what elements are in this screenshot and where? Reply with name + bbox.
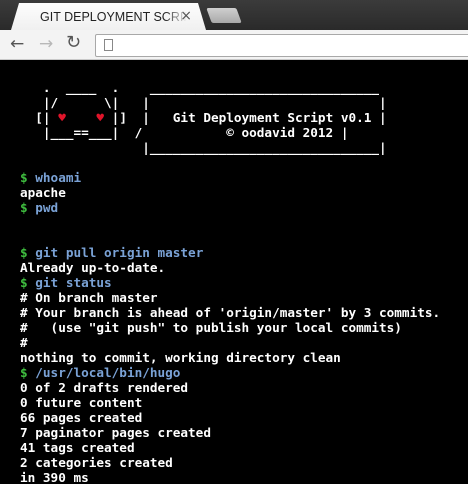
banner-row-4: |___==___| / © oodavid 2012 | [20, 125, 349, 140]
terminal-lines: $ whoami apache $ pwd $ git pull origin mas… [20, 170, 440, 484]
page-icon [104, 39, 113, 51]
output-line: 66 pages created [20, 410, 143, 425]
tab-strip: GIT DEPLOYMENT SCRIPT × [0, 0, 468, 30]
terminal-output: . ____ . ______________________________ … [0, 60, 468, 484]
command-text: pwd [35, 200, 59, 215]
url-input[interactable] [120, 37, 464, 55]
new-tab-button[interactable] [206, 8, 242, 23]
prompt-symbol: $ [20, 275, 28, 290]
address-bar[interactable] [95, 34, 468, 57]
prompt-symbol: $ [20, 200, 28, 215]
forward-arrow-icon[interactable]: → [39, 34, 53, 54]
prompt-symbol: $ [20, 365, 28, 380]
browser-window: GIT DEPLOYMENT SCRIPT × ← → ↻ . ____ . _… [0, 0, 468, 484]
command-line: $ git status [20, 275, 440, 290]
output-line: # [20, 335, 28, 350]
output-line: # Your branch is ahead of 'origin/master… [20, 305, 441, 320]
banner-row-3: [| ♥ ♥ |] | Git Deployment Script v0.1 | [20, 110, 440, 125]
output-line: 0 of 2 drafts rendered [20, 380, 189, 395]
heart-icon: ♥ [96, 110, 105, 125]
command-line: $ whoami [20, 170, 440, 185]
output-line: 7 paginator pages created [20, 425, 211, 440]
tab-active[interactable]: GIT DEPLOYMENT SCRIPT × [11, 3, 206, 30]
command-line: $ git pull origin master [20, 245, 440, 260]
toolbar: ← → ↻ [0, 30, 468, 60]
command-text: git pull origin master [35, 245, 204, 260]
heart-icon: ♥ [58, 110, 66, 125]
output-line: in 390 ms [20, 470, 89, 484]
output-line: # (use "git push" to publish your local … [20, 320, 402, 335]
banner-row-3-right: |] | Git Deployment Script v0.1 | [104, 110, 387, 125]
output-line: apache [20, 185, 66, 200]
command-text: git status [35, 275, 112, 290]
output-line: nothing to commit, working directory cle… [20, 350, 341, 365]
banner-row-2: |/ \| | | [20, 95, 387, 110]
output-line: Already up-to-date. [20, 260, 166, 275]
banner-row-5: |______________________________| [20, 140, 387, 155]
output-line: 0 future content [20, 395, 143, 410]
command-line: $ pwd [20, 200, 440, 215]
banner-row-1: . ____ . ______________________________ [20, 80, 380, 95]
output-line: # On branch master [20, 290, 158, 305]
command-text: /usr/local/bin/hugo [35, 365, 181, 380]
banner-row-3-mid [66, 110, 97, 125]
output-line: 2 categories created [20, 455, 173, 470]
banner-row-3-left: [| [20, 110, 59, 125]
terminal-text: . ____ . ______________________________ … [20, 80, 440, 484]
tab-title: GIT DEPLOYMENT SCRIPT [40, 9, 187, 24]
prompt-symbol: $ [20, 245, 28, 260]
back-arrow-icon[interactable]: ← [10, 34, 24, 54]
output-line: 41 tags created [20, 440, 135, 455]
close-icon[interactable]: × [180, 9, 192, 23]
command-text: whoami [35, 170, 82, 185]
prompt-symbol: $ [20, 170, 28, 185]
reload-icon[interactable]: ↻ [66, 33, 81, 53]
command-line: $ /usr/local/bin/hugo [20, 365, 440, 380]
